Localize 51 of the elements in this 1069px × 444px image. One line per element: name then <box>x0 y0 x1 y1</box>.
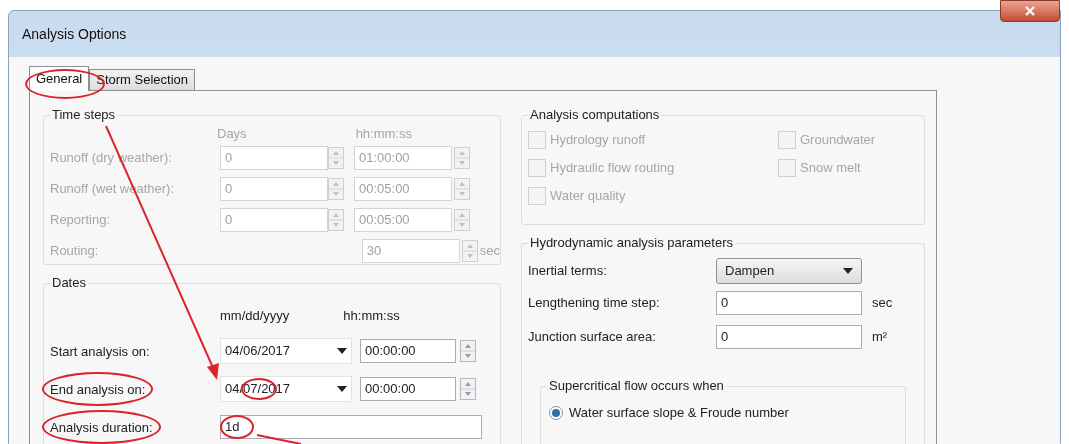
group-title: Time steps <box>50 107 118 123</box>
column-header: mm/dd/yyyy <box>220 307 290 324</box>
spinner-button[interactable] <box>454 209 470 231</box>
tab[interactable]: General <box>29 66 90 91</box>
input-field[interactable]: 00:00:00 <box>360 377 456 401</box>
checkbox-label: Hydraulic flow routing <box>550 159 675 178</box>
field-label: Routing: <box>50 242 100 261</box>
spinner-button[interactable] <box>460 340 476 362</box>
field-label: End analysis on: <box>50 382 146 397</box>
spinner-button[interactable] <box>454 178 470 200</box>
spinner-button[interactable] <box>460 378 476 400</box>
input-field[interactable]: 0 <box>716 291 862 315</box>
spinner-button[interactable] <box>328 178 344 200</box>
column-header: Days <box>217 125 247 142</box>
group-title: Hydrodynamic analysis parameters <box>528 235 736 251</box>
spinner-button[interactable] <box>328 209 344 231</box>
checkbox-label: Snow melt <box>800 159 861 178</box>
unit-label: m² <box>872 328 888 347</box>
checkbox-label: Hydrology runoff <box>550 131 646 150</box>
input-field[interactable]: 0 <box>716 325 862 349</box>
unit-label: sec <box>872 294 893 313</box>
date-picker[interactable]: 04/06/2017 <box>220 338 352 364</box>
checkbox-label: Water quality <box>550 187 626 206</box>
group-title: Supercritical flow occurs when <box>547 378 726 394</box>
field-label: Inertial terms: <box>528 262 608 281</box>
caret-icon <box>337 386 347 392</box>
field-label: Analysis duration: <box>50 420 153 435</box>
group-title: Analysis computations <box>528 107 662 123</box>
checkbox-label: Groundwater <box>800 131 876 150</box>
spinner-button[interactable] <box>328 147 344 169</box>
dropdown[interactable]: Dampen <box>716 258 862 284</box>
spinner-button[interactable] <box>461 240 478 262</box>
window-title: Analysis Options <box>22 24 127 44</box>
column-header: hh:mm:ss <box>343 307 400 324</box>
field-label: Reporting: <box>50 211 111 230</box>
field-label: Junction surface area: <box>528 328 657 347</box>
close-icon <box>1025 6 1035 16</box>
field-label: Lengthening time step: <box>528 294 661 313</box>
field-label: Start analysis on: <box>50 344 150 359</box>
radio-button[interactable] <box>549 406 563 420</box>
caret-icon <box>843 268 853 274</box>
input-field[interactable]: 1d <box>220 415 482 439</box>
annotation-ellipse <box>220 415 254 439</box>
input-field[interactable]: 00:00:00 <box>360 339 456 363</box>
column-header: hh:mm:ss <box>355 125 412 142</box>
unit-label: sec <box>479 242 500 261</box>
spinner-button[interactable] <box>454 147 470 169</box>
caret-icon <box>337 348 347 354</box>
close-button[interactable] <box>1000 0 1060 22</box>
annotation-line <box>256 434 302 444</box>
radio-label: Water surface slope & Froude number <box>569 404 789 423</box>
